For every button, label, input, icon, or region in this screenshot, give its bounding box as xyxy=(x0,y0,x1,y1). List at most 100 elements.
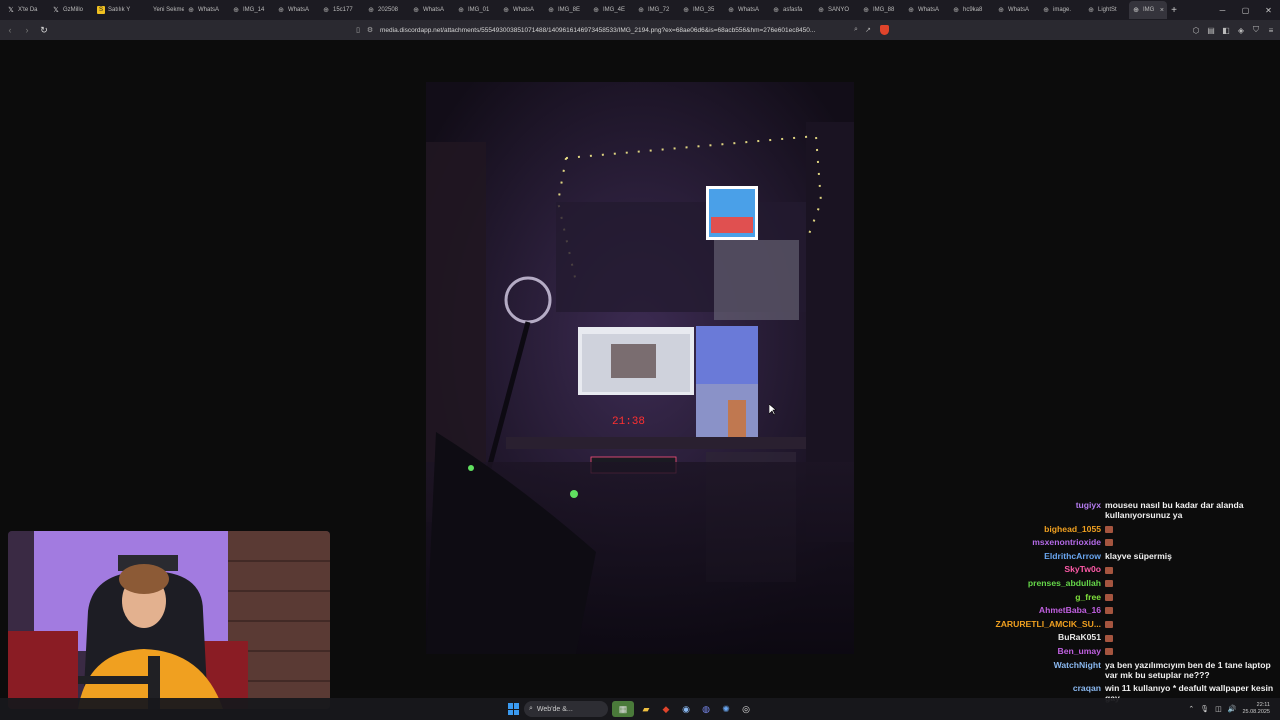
streamer-webcam xyxy=(8,531,330,709)
browser-tab[interactable]: ⊕ WhatsA xyxy=(724,1,769,19)
chat-message: msxenontrioxide xyxy=(990,537,1276,547)
chat-message: prenses_abdullah xyxy=(990,578,1276,588)
widgets-icon[interactable]: ▦ xyxy=(612,701,634,717)
chat-username[interactable]: Ben_umay xyxy=(990,646,1105,656)
chat-username[interactable]: prenses_abdullah xyxy=(990,578,1105,588)
browser-tab[interactable]: S Satılık Y xyxy=(94,1,139,19)
emote-icon xyxy=(1105,648,1113,656)
brave-shield-icon[interactable] xyxy=(880,25,889,35)
discord-icon[interactable]: ◍ xyxy=(698,701,714,717)
close-tab-icon[interactable]: × xyxy=(1160,7,1164,14)
browser-tab[interactable]: ⊕ IMG_88 xyxy=(859,1,904,19)
close-window-button[interactable]: ✕ xyxy=(1257,6,1280,15)
address-bar[interactable]: ▯ ⚙ media.discordapp.net/attachments/555… xyxy=(352,22,912,38)
chat-username[interactable]: msxenontrioxide xyxy=(990,537,1105,547)
browser-tab[interactable]: ⊕ IMG_4E xyxy=(589,1,634,19)
browser-tab[interactable]: ⊕ IMG_72 xyxy=(634,1,679,19)
maximize-button[interactable]: ▢ xyxy=(1234,6,1257,15)
emote-icon xyxy=(1105,593,1113,601)
globe-icon: ⊕ xyxy=(1088,7,1094,14)
chat-username[interactable]: g_free xyxy=(990,592,1105,602)
browser-tab[interactable]: ⊕ IMG_14 xyxy=(229,1,274,19)
chat-username[interactable]: EldrithcArrow xyxy=(990,551,1105,561)
viewed-image[interactable]: 21:38 xyxy=(426,82,854,654)
clock[interactable]: 22:11 25.08.2025 xyxy=(1242,702,1270,716)
browser-toolbar: ‹ › ↻ ▯ ⚙ media.discordapp.net/attachmen… xyxy=(0,20,1280,40)
tab-label: hc9ka8 xyxy=(963,7,983,13)
site-info-icon[interactable]: ⚙ xyxy=(364,26,376,34)
taskbar-search[interactable]: ⌕ Web'de &... xyxy=(524,701,608,717)
tab-label: IMG_8E xyxy=(558,7,581,13)
browser-tab[interactable]: ⊕ WhatsA xyxy=(409,1,454,19)
browser-tab[interactable]: ⊕ IMG_01 xyxy=(454,1,499,19)
extensions-icon[interactable]: ⬡ xyxy=(1191,26,1201,35)
tab-label: Satılık Y xyxy=(108,7,131,13)
vpn-icon[interactable]: ⛉ xyxy=(1251,25,1261,35)
browser-tab[interactable]: ⊕ WhatsA xyxy=(499,1,544,19)
browser-tab[interactable]: ⊕ WhatsA xyxy=(994,1,1039,19)
browser-tab[interactable]: ⊕ hc9ka8 xyxy=(949,1,994,19)
tab-label: WhatsA xyxy=(1008,7,1030,13)
browser-tab[interactable]: ⊕ 202508 xyxy=(364,1,409,19)
wallet-icon[interactable]: ◈ xyxy=(1236,26,1246,35)
chat-username[interactable]: tugiyx xyxy=(990,500,1105,520)
steam-icon[interactable]: ◉ xyxy=(678,701,694,717)
forward-button[interactable]: › xyxy=(20,25,34,35)
bookmark-icon[interactable]: ▯ xyxy=(352,26,364,34)
chat-username[interactable]: AhmetBaba_16 xyxy=(990,605,1105,615)
sidebar-icon[interactable]: ◧ xyxy=(1221,26,1231,35)
system-tray: ⌃ 🎙 ◫ 🔊 22:11 25.08.2025 xyxy=(1188,698,1270,720)
back-button[interactable]: ‹ xyxy=(3,25,17,35)
globe-icon: ⊕ xyxy=(998,7,1004,14)
globe-icon: ⊕ xyxy=(818,7,824,14)
browser-tab[interactable]: ⊕ image. xyxy=(1039,1,1084,19)
browser-tab[interactable]: ⊕ WhatsA xyxy=(904,1,949,19)
obs-icon[interactable]: ◎ xyxy=(738,701,754,717)
chat-username[interactable]: WatchNight xyxy=(990,660,1105,680)
chat-username[interactable]: SkyTw0o xyxy=(990,564,1105,574)
clock-time: 22:11 xyxy=(1256,702,1270,708)
minimize-button[interactable]: ─ xyxy=(1211,6,1234,15)
chat-message: ZARURETLI_AMCIK_SU... xyxy=(990,619,1276,629)
browser-tab[interactable]: ⊕ IMG_35 xyxy=(679,1,724,19)
browser-tab[interactable]: ⊕ IMG_8E xyxy=(544,1,589,19)
chat-username[interactable]: BuRaK051 xyxy=(990,632,1105,642)
menu-icon[interactable]: ≡ xyxy=(1266,26,1276,35)
emote-icon xyxy=(1105,566,1113,574)
tab-label: WhatsA xyxy=(738,7,760,13)
browser-tab[interactable]: ⊕ 15c177 xyxy=(319,1,364,19)
tab-label: WhatsA xyxy=(198,7,220,13)
app-icon[interactable]: ✺ xyxy=(718,701,734,717)
windows-start-icon[interactable] xyxy=(508,703,520,715)
chat-message: AhmetBaba_16 xyxy=(990,605,1276,615)
reload-button[interactable]: ↻ xyxy=(37,25,51,36)
browser-tab[interactable]: ⊕ SANYO xyxy=(814,1,859,19)
chat-username[interactable]: ZARURETLI_AMCIK_SU... xyxy=(990,619,1105,629)
reading-list-icon[interactable]: ▤ xyxy=(1206,26,1216,35)
microphone-icon[interactable]: 🎙 xyxy=(1200,705,1209,713)
active-tab[interactable]: ⊕ IMG × xyxy=(1129,1,1167,19)
url-text[interactable]: media.discordapp.net/attachments/5554930… xyxy=(380,27,850,34)
chat-username[interactable]: bighead_1055 xyxy=(990,524,1105,534)
tab-label: LightSt xyxy=(1098,7,1117,13)
browser-tab[interactable]: 𝕏 GzMillo xyxy=(49,1,94,19)
file-explorer-icon[interactable]: ▰ xyxy=(638,701,654,717)
browser-tab[interactable]: Yeni Sekme xyxy=(139,1,184,19)
browser-tab[interactable]: ⊕ asfasfa xyxy=(769,1,814,19)
tab-strip: 𝕏 X'te Da 𝕏 GzMillo S Satılık Y Yeni Sekme ⊕ Wha… xyxy=(0,0,1280,20)
browser-tab[interactable]: ⊕ WhatsA xyxy=(274,1,319,19)
volume-icon[interactable]: 🔊 xyxy=(1228,705,1237,713)
tab-label: 202508 xyxy=(378,7,399,13)
share-icon[interactable]: ↗ xyxy=(862,26,874,34)
brave-browser-icon[interactable]: ◆ xyxy=(658,701,674,717)
tab-label: asfasfa xyxy=(783,7,803,13)
browser-tab[interactable]: ⊕ LightSt xyxy=(1084,1,1129,19)
browser-tab[interactable]: ⊕ WhatsA xyxy=(184,1,229,19)
taskbar-search-label: Web'de &... xyxy=(536,705,573,713)
new-tab-button[interactable]: + xyxy=(1167,5,1181,16)
clock-date: 25.08.2025 xyxy=(1242,709,1270,715)
network-icon[interactable]: ◫ xyxy=(1215,705,1222,713)
zoom-icon[interactable]: ⌕ xyxy=(850,26,862,34)
browser-tab[interactable]: 𝕏 X'te Da xyxy=(4,1,49,19)
tray-chevron-icon[interactable]: ⌃ xyxy=(1188,705,1194,713)
